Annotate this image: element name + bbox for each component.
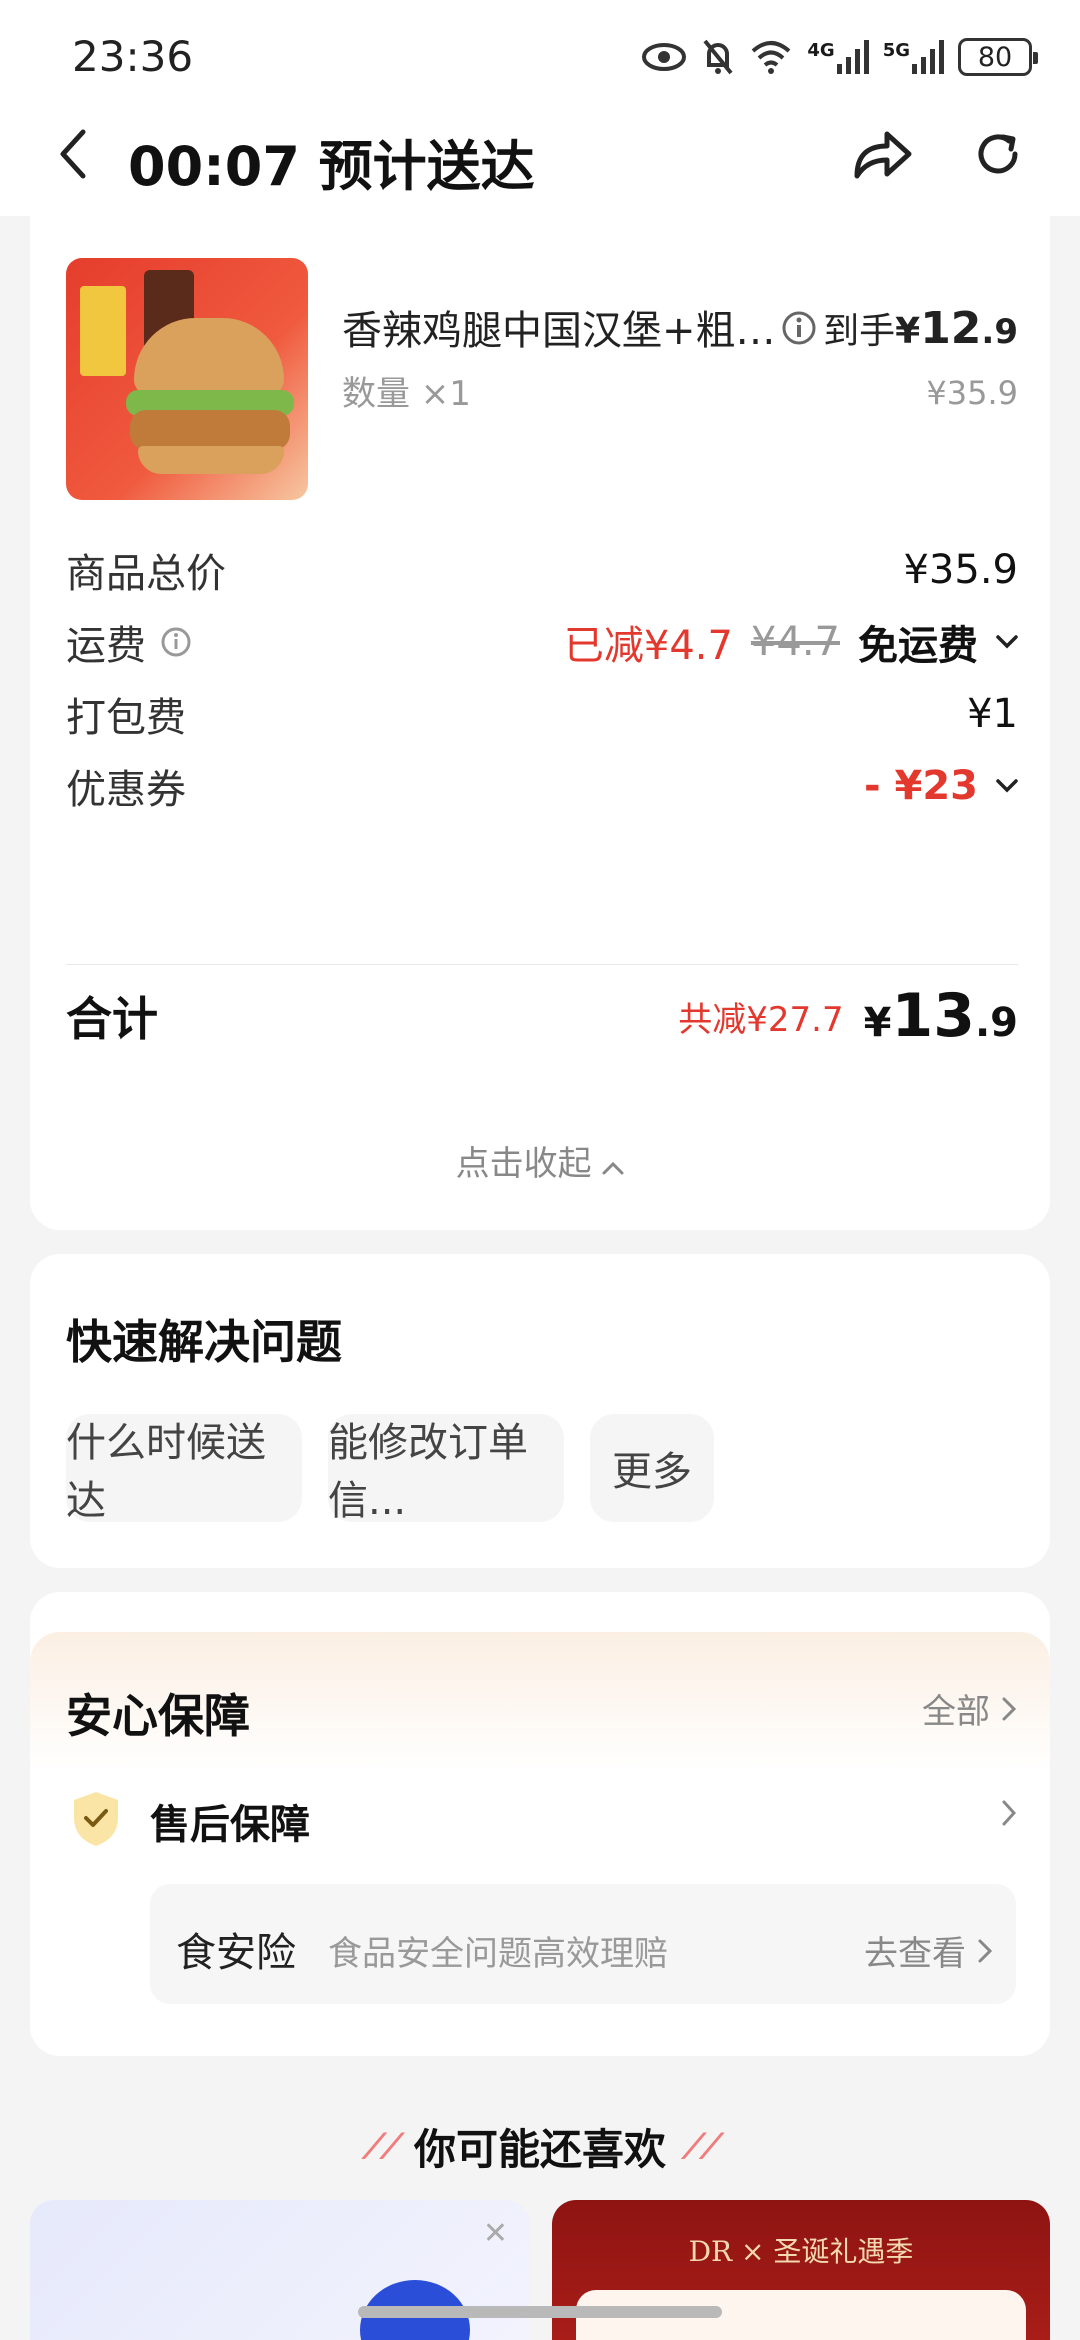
- product-image[interactable]: [66, 258, 308, 500]
- chevron-right-icon[interactable]: [1002, 1800, 1016, 1826]
- eye-icon: [641, 40, 687, 74]
- close-icon[interactable]: ✕: [483, 2216, 508, 2251]
- battery-icon: 80: [958, 38, 1038, 76]
- total-row: 合计 共减¥27.7 ¥ 13 .9: [66, 981, 1018, 1051]
- insurance-desc: 食品安全问题高效理赔: [328, 1934, 668, 1974]
- chevron-right-icon: [1002, 1697, 1016, 1720]
- subtotal-row: 商品总价 ¥35.9: [66, 547, 1018, 597]
- product-name[interactable]: 香辣鸡腿中国汉堡+粗薯+可乐: [342, 298, 812, 356]
- divider: [66, 964, 1018, 965]
- chip-more[interactable]: 更多: [590, 1414, 714, 1522]
- chevron-down-icon: [996, 635, 1018, 649]
- recommend-title: ⟋⟋ 你可能还喜欢 ⟋⟋: [362, 2125, 724, 2174]
- aftersale-label[interactable]: 售后保障: [150, 1792, 310, 1850]
- quick-help-card: 快速解决问题 什么时候送达 能修改订单信... 更多: [30, 1254, 1050, 1568]
- shipping-saved: 已减¥4.7: [563, 623, 733, 669]
- decor-left-icon: ⟋⟋: [362, 2126, 404, 2167]
- recommend-card-2[interactable]: DR × 圣诞礼遇季: [552, 2200, 1050, 2340]
- ad-text: DR × 圣诞礼遇季: [688, 2235, 914, 2268]
- refresh-button[interactable]: [964, 120, 1032, 188]
- free-shipping-label: 免运费: [858, 623, 978, 669]
- nav-bar: 00:07 预计送达: [0, 100, 1080, 216]
- chevron-right-icon: [978, 1939, 992, 1962]
- food-insurance-item[interactable]: 食安险 食品安全问题高效理赔 去查看: [150, 1884, 1016, 2004]
- chip-delivery-time[interactable]: 什么时候送达: [66, 1414, 302, 1524]
- wifi-icon: [749, 39, 793, 75]
- back-button[interactable]: [44, 124, 100, 184]
- bell-muted-icon: [701, 37, 735, 77]
- share-icon: [854, 131, 912, 179]
- status-time: 23:36: [72, 32, 194, 81]
- shipping-original: ¥4.7: [750, 619, 840, 665]
- shipping-row[interactable]: 运费 已减¥4.7 ¥4.7 免运费: [66, 612, 1018, 672]
- decor-right-icon: ⟋⟋: [682, 2126, 724, 2167]
- coupon-row[interactable]: 优惠券 - ¥23: [66, 756, 1018, 816]
- recommend-card-1[interactable]: ✕: [30, 2200, 530, 2340]
- product-final-price: 到手 ¥ 12 .9: [781, 302, 1018, 354]
- chevron-down-icon: [996, 779, 1018, 793]
- total-price: ¥ 13 .9: [863, 981, 1018, 1051]
- info-icon[interactable]: [781, 310, 817, 346]
- page-title: 00:07 预计送达: [128, 135, 535, 198]
- info-icon[interactable]: [160, 626, 192, 658]
- refresh-icon: [978, 134, 1018, 174]
- signal-5g-icon: 5G: [883, 40, 944, 74]
- collapse-button[interactable]: 点击收起: [30, 1136, 1050, 1185]
- coupon-value: - ¥23: [863, 763, 978, 809]
- order-card: 香辣鸡腿中国汉堡+粗薯+可乐 数量 ×1 到手 ¥ 12 .9 ¥35.9 商品…: [30, 216, 1050, 1230]
- chevron-left-icon: [60, 129, 86, 179]
- home-indicator[interactable]: [358, 2306, 722, 2318]
- chevron-up-icon: [602, 1161, 624, 1175]
- guarantee-title: 安心保障: [66, 1689, 250, 1743]
- view-all-link[interactable]: 全部: [922, 1684, 1016, 1733]
- total-saved: 共减¥27.7: [678, 999, 844, 1040]
- product-quantity: 数量 ×1: [342, 374, 471, 414]
- chip-modify-order[interactable]: 能修改订单信...: [328, 1414, 564, 1524]
- signal-4g-icon: 4G: [807, 40, 869, 74]
- insurance-name: 食安险: [176, 1930, 296, 1976]
- status-icons: 4G 5G 80: [641, 34, 1038, 80]
- product-original-price: ¥35.9: [926, 374, 1018, 412]
- view-insurance-link[interactable]: 去查看: [864, 1926, 992, 1975]
- shield-check-icon: [74, 1792, 118, 1846]
- guarantee-card: 安心保障 全部 售后保障 食安险 食品安全问题高效理赔 去查看: [30, 1592, 1050, 2056]
- packing-row: 打包费 ¥1: [66, 691, 1018, 741]
- quick-help-title: 快速解决问题: [66, 1315, 342, 1369]
- share-button[interactable]: [848, 120, 916, 188]
